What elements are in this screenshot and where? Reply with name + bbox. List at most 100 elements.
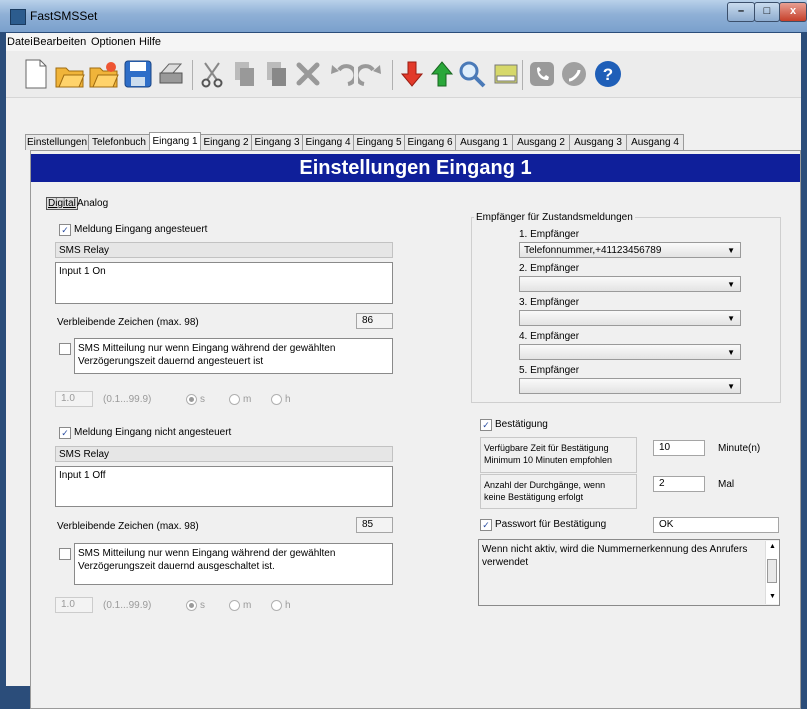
unit-s-label-on: s xyxy=(200,394,205,405)
tab-ausgang-3[interactable]: Ausgang 3 xyxy=(569,134,627,150)
print-icon[interactable] xyxy=(156,58,188,90)
mode-analog-tab[interactable]: Analog xyxy=(77,198,108,209)
open-folder-icon[interactable] xyxy=(54,58,86,90)
info-textarea: Wenn nicht aktiv, wird die Nummernerkenn… xyxy=(478,539,780,606)
menu-optionen[interactable]: Optionen xyxy=(91,36,136,48)
window-title: FastSMSSet xyxy=(30,9,98,23)
time-value-input[interactable]: 10 xyxy=(653,440,705,456)
password-input[interactable]: OK xyxy=(653,517,779,533)
delay-on-label-line2: Verzögerungszeit dauernd angesteuert ist xyxy=(78,356,264,367)
menu-bearbeiten[interactable]: Bearbeiten xyxy=(33,36,86,48)
recipient-1-select[interactable]: Telefonnummer,+41123456789 ▼ xyxy=(519,242,741,258)
tab-eingang-6[interactable]: Eingang 6 xyxy=(404,134,456,150)
passwort-checkbox[interactable]: ✓ xyxy=(480,519,492,531)
download-icon[interactable] xyxy=(396,58,428,90)
delay-off-label-line2: Verzögerungszeit dauernd ausgeschaltet i… xyxy=(78,561,275,572)
tab-ausgang-1[interactable]: Ausgang 1 xyxy=(455,134,513,150)
tab-ausgang-2[interactable]: Ausgang 2 xyxy=(512,134,570,150)
new-file-icon[interactable] xyxy=(20,58,52,90)
save-icon[interactable] xyxy=(122,58,154,90)
recipient-3-select[interactable]: ▼ xyxy=(519,310,741,326)
delete-icon[interactable] xyxy=(292,58,324,90)
recipient-4-select[interactable]: ▼ xyxy=(519,344,741,360)
recipient-2-select[interactable]: ▼ xyxy=(519,276,741,292)
toolbar-separator xyxy=(522,60,523,90)
recipient-5-label: 5. Empfänger xyxy=(519,365,580,376)
chevron-down-icon: ▼ xyxy=(727,246,735,255)
relay-field-off: SMS Relay xyxy=(55,446,393,462)
message-on-textarea[interactable]: Input 1 On xyxy=(55,262,393,304)
delay-on-checkbox[interactable] xyxy=(59,343,71,355)
recipient-1-label: 1. Empfänger xyxy=(519,229,580,240)
input-settings-panel: Einstellungen Eingang 1 Digital Analog ✓… xyxy=(30,150,801,709)
message-off-textarea[interactable]: Input 1 Off xyxy=(55,466,393,507)
passes-unit-label: Mal xyxy=(718,479,735,490)
passes-value-input[interactable]: 2 xyxy=(653,476,705,492)
unit-h-label-off: h xyxy=(285,600,291,611)
delay-off-value[interactable]: 1.0 xyxy=(55,597,93,613)
passes-label-line1: Anzahl der Durchgänge, wenn xyxy=(484,480,606,490)
mode-digital-tab[interactable]: Digital xyxy=(46,197,78,210)
delay-off-checkbox[interactable] xyxy=(59,548,71,560)
cut-icon[interactable] xyxy=(196,58,228,90)
menu-bar: Datei Bearbeiten Optionen Hilfe xyxy=(6,33,801,51)
time-label-box: Verfügbare Zeit für Bestätigung Minimum … xyxy=(480,437,637,473)
meldung-nicht-angesteuert-checkbox[interactable]: ✓ xyxy=(59,427,71,439)
paste-icon[interactable] xyxy=(260,58,292,90)
close-button[interactable]: x xyxy=(779,2,807,22)
help-icon[interactable]: ? xyxy=(592,58,624,90)
delay-off-range: (0.1...99.9) xyxy=(103,600,152,611)
unit-m-label-on: m xyxy=(243,394,252,405)
remaining-chars-label-on: Verbleibende Zeichen (max. 98) xyxy=(57,317,199,328)
scroll-thumb[interactable] xyxy=(767,559,777,583)
app-icon xyxy=(10,9,26,25)
recipient-1-value: Telefonnummer,+41123456789 xyxy=(524,245,662,256)
passwort-label: Passwort für Bestätigung xyxy=(495,519,607,530)
upload-icon[interactable] xyxy=(426,58,458,90)
svg-text:?: ? xyxy=(603,65,613,84)
delay-off-label-line1: SMS Mitteilung nur wenn Eingang während … xyxy=(78,548,336,559)
remaining-chars-on: 86 xyxy=(356,313,393,329)
bestaetigung-checkbox[interactable]: ✓ xyxy=(480,419,492,431)
unit-s-label-off: s xyxy=(200,600,205,611)
title-bar: FastSMSSet – □ x xyxy=(0,0,807,32)
recipient-5-select[interactable]: ▼ xyxy=(519,378,741,394)
maximize-button[interactable]: □ xyxy=(754,2,780,22)
undo-icon[interactable] xyxy=(324,58,356,90)
unit-m-radio-on[interactable] xyxy=(229,394,240,405)
tab-ausgang-4[interactable]: Ausgang 4 xyxy=(626,134,684,150)
chevron-down-icon: ▼ xyxy=(727,382,735,391)
tab-eingang-2[interactable]: Eingang 2 xyxy=(200,134,252,150)
tab-einstellungen[interactable]: Einstellungen xyxy=(25,134,89,150)
tab-eingang-3[interactable]: Eingang 3 xyxy=(251,134,303,150)
info-scrollbar[interactable]: ▲ ▼ xyxy=(765,541,779,604)
tab-eingang-4[interactable]: Eingang 4 xyxy=(302,134,354,150)
menu-datei[interactable]: Datei xyxy=(7,36,33,48)
tab-eingang-1[interactable]: Eingang 1 xyxy=(149,132,201,151)
unit-m-radio-off[interactable] xyxy=(229,600,240,611)
unit-h-radio-off[interactable] xyxy=(271,600,282,611)
unit-h-label-on: h xyxy=(285,394,291,405)
open-recent-icon[interactable] xyxy=(88,58,120,90)
delay-off-description: SMS Mitteilung nur wenn Eingang während … xyxy=(74,543,393,585)
tab-telefonbuch[interactable]: Telefonbuch xyxy=(88,134,150,150)
copy-icon[interactable] xyxy=(228,58,260,90)
phone-icon[interactable] xyxy=(526,58,558,90)
tab-eingang-5[interactable]: Eingang 5 xyxy=(353,134,405,150)
menu-hilfe[interactable]: Hilfe xyxy=(139,36,161,48)
unit-s-radio-off[interactable] xyxy=(186,600,197,611)
scroll-up-arrow[interactable]: ▲ xyxy=(769,543,776,550)
redo-icon[interactable] xyxy=(356,58,388,90)
unit-s-radio-on[interactable] xyxy=(186,394,197,405)
scroll-down-arrow[interactable]: ▼ xyxy=(769,593,776,600)
toolbar: ? xyxy=(6,51,801,98)
meldung-angesteuert-checkbox[interactable]: ✓ xyxy=(59,224,71,236)
delay-on-value[interactable]: 1.0 xyxy=(55,391,93,407)
minimize-button[interactable]: – xyxy=(727,2,755,22)
call-icon[interactable] xyxy=(558,58,590,90)
unit-h-radio-on[interactable] xyxy=(271,394,282,405)
remaining-chars-label-off: Verbleibende Zeichen (max. 98) xyxy=(57,521,199,532)
meldung-angesteuert-label: Meldung Eingang angesteuert xyxy=(74,224,208,235)
search-icon[interactable] xyxy=(456,58,488,90)
sim-card-icon[interactable] xyxy=(490,58,522,90)
